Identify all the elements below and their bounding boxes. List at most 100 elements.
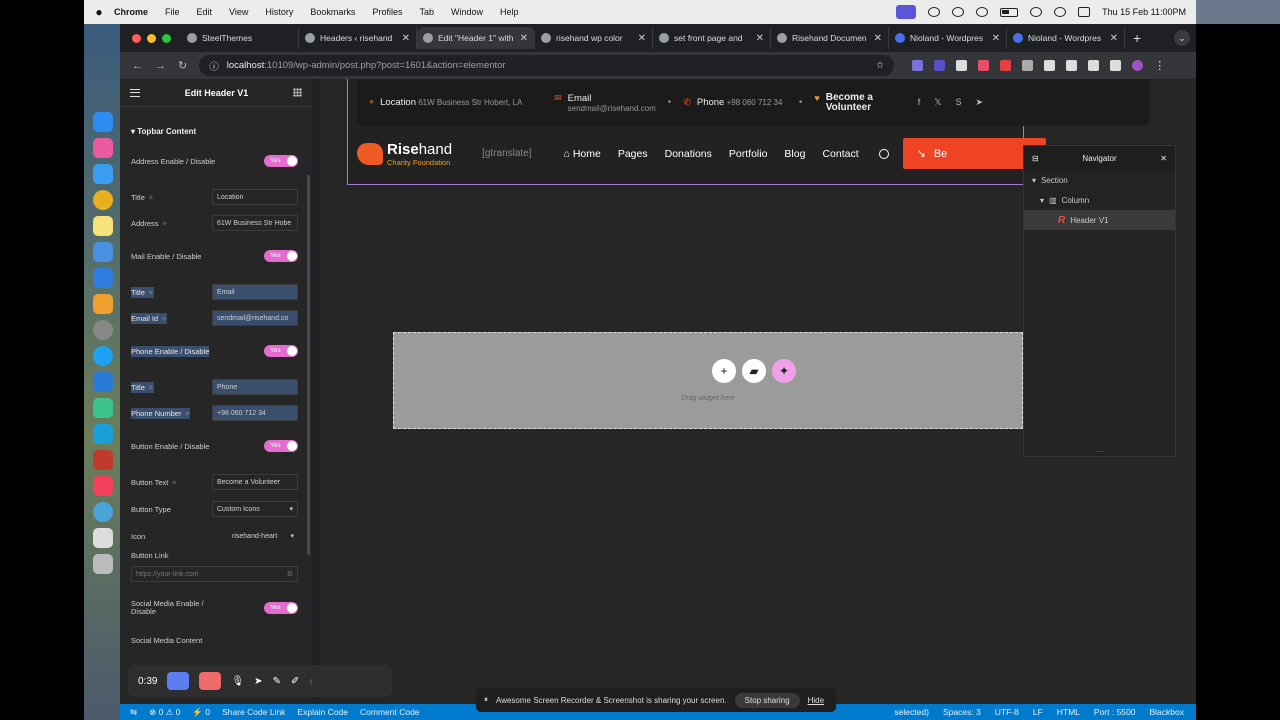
- address-bar[interactable]: ⓘ localhost:10109/wp-admin/post.php?post…: [199, 55, 895, 76]
- selection-info[interactable]: selected): [894, 707, 929, 717]
- ai-sparkle-icon[interactable]: ✦: [772, 359, 796, 383]
- status-icon[interactable]: [928, 7, 941, 17]
- chrome-icon[interactable]: [93, 190, 113, 210]
- indentation[interactable]: Spaces: 3: [943, 707, 981, 717]
- tab-search-icon[interactable]: ⌄: [1174, 30, 1190, 46]
- pause-button[interactable]: [167, 672, 190, 690]
- reload-icon[interactable]: ↻: [178, 59, 187, 72]
- drop-zone[interactable]: + ▰ ✦ Drag widget here: [393, 332, 1023, 429]
- explain-code[interactable]: Explain Code: [297, 707, 348, 717]
- dynamic-tags-icon[interactable]: ✧: [161, 316, 167, 323]
- safari-icon[interactable]: [93, 164, 113, 184]
- browser-tab-active[interactable]: Edit "Header 1" with ✕: [417, 27, 535, 49]
- text-input[interactable]: Email: [212, 284, 298, 300]
- comment-code[interactable]: Comment Code: [360, 707, 420, 717]
- toggle-switch[interactable]: Yes: [264, 440, 298, 452]
- finder-icon[interactable]: [93, 112, 113, 132]
- pages-icon[interactable]: [93, 294, 113, 314]
- keynote-icon[interactable]: [93, 268, 113, 288]
- status-icon[interactable]: [952, 7, 965, 17]
- nav-contact[interactable]: Contact: [822, 148, 858, 160]
- mail-icon[interactable]: [93, 242, 113, 262]
- browser-tab[interactable]: Headers ‹ risehand ✕: [299, 27, 417, 49]
- app-icon[interactable]: [93, 424, 113, 444]
- stop-button[interactable]: [199, 672, 222, 690]
- close-tab-icon[interactable]: ✕: [402, 33, 410, 44]
- dynamic-tags-icon[interactable]: ✧: [162, 221, 168, 228]
- close-tab-icon[interactable]: ✕: [756, 33, 764, 44]
- share-code-link[interactable]: Share Code Link: [222, 707, 285, 717]
- stop-sharing-button[interactable]: Stop sharing: [734, 692, 800, 708]
- dynamic-tags-icon[interactable]: ✧: [148, 290, 154, 297]
- new-tab-button[interactable]: +: [1125, 30, 1149, 46]
- menu-icon[interactable]: [130, 88, 140, 97]
- nav-donations[interactable]: Donations: [665, 148, 712, 160]
- problems-count[interactable]: ⊗ 0 ⚠ 0: [149, 707, 180, 718]
- select-dropdown[interactable]: Custom Icons ▾: [212, 501, 298, 517]
- blackbox-status[interactable]: Blackbox: [1150, 707, 1185, 717]
- dynamic-tags-icon[interactable]: ✧: [184, 411, 190, 418]
- sidepanel-icon[interactable]: [1110, 60, 1122, 71]
- dynamic-tags-icon[interactable]: ✧: [171, 480, 177, 487]
- dynamic-tags-icon[interactable]: ✧: [148, 385, 154, 392]
- extension-icon[interactable]: [978, 60, 990, 71]
- close-window-button[interactable]: [132, 33, 141, 43]
- template-folder-icon[interactable]: ▰: [742, 359, 766, 383]
- extension-icon[interactable]: [912, 60, 924, 71]
- panel-scrollbar[interactable]: [307, 175, 310, 555]
- menu-tab[interactable]: Tab: [419, 7, 434, 17]
- add-section-plus-icon[interactable]: +: [712, 359, 736, 383]
- link-input[interactable]: https://your-link.com ⚙: [131, 566, 298, 582]
- back-icon[interactable]: ←: [132, 60, 143, 72]
- settings-icon[interactable]: [93, 320, 113, 340]
- skype-icon[interactable]: [93, 346, 113, 366]
- battery-icon[interactable]: [1000, 7, 1019, 17]
- menu-bookmarks[interactable]: Bookmarks: [310, 7, 355, 17]
- menu-window[interactable]: Window: [451, 7, 483, 17]
- browser-tab[interactable]: Risehand Documen ✕: [771, 27, 889, 49]
- trash-icon[interactable]: [93, 554, 113, 574]
- language-mode[interactable]: HTML: [1057, 707, 1080, 717]
- apple-icon[interactable]: ●: [84, 5, 114, 19]
- nav-portfolio[interactable]: Portfolio: [729, 148, 768, 160]
- nav-home[interactable]: ⌂ Home: [564, 148, 601, 160]
- puzzle-icon[interactable]: [1066, 60, 1078, 71]
- close-tab-icon[interactable]: ✕: [638, 33, 646, 44]
- skype-icon[interactable]: S: [956, 97, 962, 108]
- navigator-item-section[interactable]: ▾ Section: [1024, 170, 1175, 190]
- text-input[interactable]: +98 060 712 34: [212, 405, 298, 421]
- highlighter-icon[interactable]: ✐: [291, 676, 299, 687]
- menubar-clock[interactable]: Thu 15 Feb 11:00PM: [1102, 7, 1186, 17]
- close-tab-icon[interactable]: ✕: [1110, 33, 1118, 44]
- mic-off-icon[interactable]: 🎙: [231, 676, 244, 687]
- toggle-switch[interactable]: Yes: [264, 155, 298, 167]
- site-logo[interactable]: Risehand Charity Foundation: [357, 141, 452, 167]
- app-icon[interactable]: [93, 398, 113, 418]
- menu-profiles[interactable]: Profiles: [372, 7, 402, 17]
- toggle-switch[interactable]: Yes: [264, 250, 298, 262]
- wifi-icon[interactable]: [1030, 7, 1043, 17]
- hide-button[interactable]: Hide: [808, 696, 824, 705]
- text-input[interactable]: Become a Volunteer: [212, 474, 298, 490]
- search-icon[interactable]: [878, 148, 889, 159]
- forward-icon[interactable]: →: [155, 60, 166, 72]
- bookmark-star-icon[interactable]: ☆: [876, 60, 885, 71]
- search-icon[interactable]: [1054, 7, 1067, 17]
- resize-handle[interactable]: ⋯: [1024, 447, 1175, 456]
- navigator-item-column[interactable]: ▾ ▥ Column: [1024, 190, 1175, 210]
- filezilla-icon[interactable]: [93, 450, 113, 470]
- browser-tab[interactable]: SteelThemes: [181, 27, 299, 49]
- menu-app-name[interactable]: Chrome: [114, 7, 148, 17]
- topbar-volunteer[interactable]: ♥ Become a Volunteer: [802, 92, 897, 113]
- close-tab-icon[interactable]: ✕: [992, 33, 1000, 44]
- encoding[interactable]: UTF-8: [995, 707, 1019, 717]
- widgets-grid-icon[interactable]: [293, 88, 302, 97]
- text-input[interactable]: Phone: [212, 379, 298, 395]
- dynamic-tags-icon[interactable]: ✧: [148, 195, 154, 202]
- menu-edit[interactable]: Edit: [197, 7, 213, 17]
- status-icon[interactable]: [976, 7, 989, 17]
- zoom-window-button[interactable]: [162, 33, 171, 43]
- ports-count[interactable]: ⚡ 0: [192, 707, 210, 718]
- printer-icon[interactable]: [93, 528, 113, 548]
- download-icon[interactable]: [1088, 60, 1100, 71]
